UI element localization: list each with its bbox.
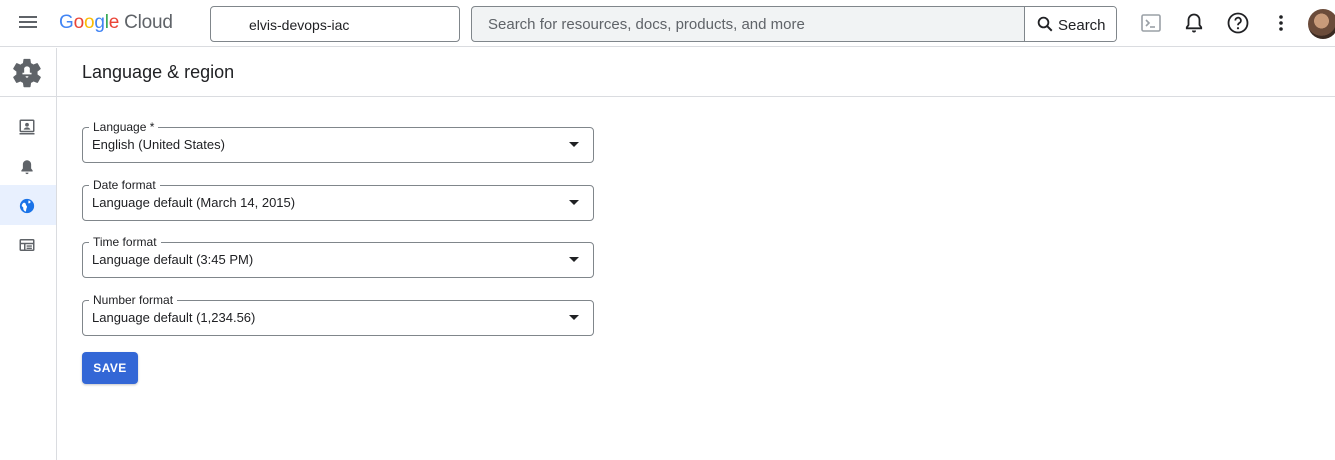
time-format-value: Language default (3:45 PM) (92, 252, 254, 267)
table-icon (19, 239, 35, 251)
settings-gear-icon (13, 58, 41, 88)
google-cloud-logo[interactable]: Google Cloud (59, 12, 173, 34)
language-select[interactable]: Language * English (United States) (82, 120, 594, 163)
nav-item-account[interactable] (0, 106, 56, 146)
date-format-label: Date format (89, 178, 160, 192)
search-input[interactable] (472, 7, 1024, 41)
search-button-label: Search (1058, 17, 1106, 34)
title-divider (57, 96, 1335, 97)
logo-letter: o (73, 12, 85, 33)
page-title: Language & region (82, 62, 235, 82)
project-name: elvis-devops-iac (249, 17, 350, 33)
date-format-value: Language default (March 14, 2015) (92, 195, 296, 210)
logo-product: Cloud (124, 12, 173, 33)
language-value: English (United States) (92, 137, 225, 152)
account-card-icon (19, 119, 35, 135)
logo-letter: e (108, 12, 120, 33)
help-icon[interactable] (1226, 11, 1250, 35)
time-format-select[interactable]: Time format Language default (3:45 PM) (82, 235, 594, 278)
left-nav (0, 48, 57, 460)
number-format-select[interactable]: Number format Language default (1,234.56… (82, 293, 594, 336)
top-bar: Google Cloud elvis-devops-iac Search (0, 0, 1335, 47)
dropdown-arrow-icon (569, 200, 579, 205)
dropdown-arrow-icon (569, 257, 579, 262)
menu-icon[interactable] (17, 13, 39, 33)
save-button[interactable]: SAVE (82, 352, 138, 384)
language-globe-icon (19, 198, 35, 214)
nav-divider (0, 96, 56, 97)
project-picker[interactable]: elvis-devops-iac (210, 6, 460, 42)
nav-item-table[interactable] (0, 224, 56, 264)
logo-letter: o (83, 12, 95, 33)
more-vert-icon[interactable] (1269, 11, 1293, 35)
search-button[interactable]: Search (1024, 7, 1116, 41)
dropdown-arrow-icon (569, 315, 579, 320)
nav-item-notifications[interactable] (0, 146, 56, 186)
account-avatar[interactable] (1308, 9, 1335, 39)
time-format-label: Time format (89, 235, 161, 249)
cloud-shell-icon[interactable] (1139, 11, 1163, 35)
logo-letter: G (59, 12, 74, 33)
notifications-icon (21, 160, 33, 175)
dropdown-arrow-icon (569, 142, 579, 147)
number-format-label: Number format (89, 293, 178, 307)
number-format-value: Language default (1,234.56) (92, 310, 256, 325)
nav-item-language-region[interactable] (0, 185, 56, 225)
date-format-select[interactable]: Date format Language default (March 14, … (82, 178, 594, 221)
notifications-icon[interactable] (1182, 11, 1206, 35)
language-label: Language * (89, 120, 159, 134)
search-bar: Search (471, 6, 1117, 42)
search-icon (1037, 16, 1053, 32)
logo-letter: g (94, 12, 105, 33)
